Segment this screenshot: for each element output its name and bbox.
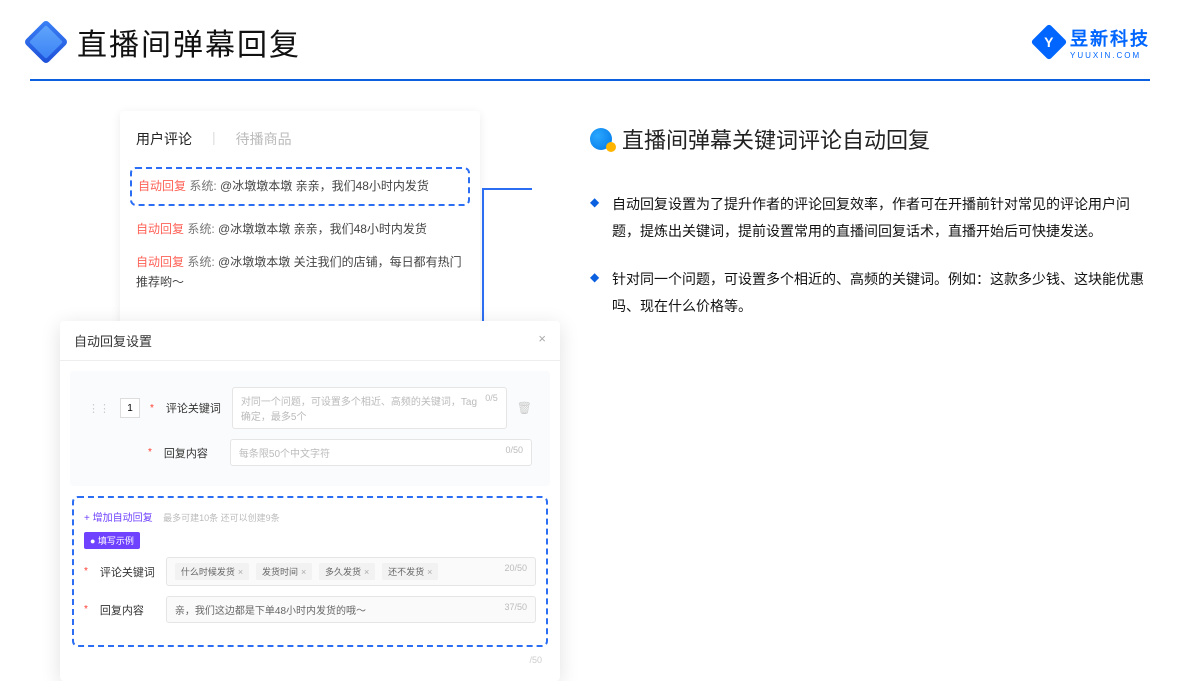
auto-reply-badge: 自动回复 bbox=[138, 179, 186, 193]
chat-bubble-icon bbox=[590, 128, 612, 150]
form-body: ⋮⋮ 1 * 评论关键词 对同一个问题，可设置多个相近、高频的关键词，Tag确定… bbox=[70, 371, 550, 486]
content-input[interactable]: 每条限50个中文字符 0/50 bbox=[230, 439, 532, 466]
page-title: 直播间弹幕回复 bbox=[77, 20, 301, 64]
comments-tabs: 用户评论 | 待播商品 bbox=[136, 129, 464, 149]
tag[interactable]: 多久发货 bbox=[319, 563, 375, 580]
page-header: 直播间弹幕回复 Y 昱新科技 YUUXIN.COM bbox=[0, 0, 1180, 79]
comment-row-highlighted: 自动回复 系统: @冰墩墩本墩 亲亲，我们48小时内发货 bbox=[130, 167, 470, 206]
example-keyword-input[interactable]: 什么时候发货 发货时间 多久发货 还不发货 20/50 bbox=[166, 557, 536, 586]
comment-text: @冰墩墩本墩 亲亲，我们48小时内发货 bbox=[220, 179, 429, 193]
connector-line-icon bbox=[482, 188, 532, 190]
index-badge: 1 bbox=[120, 398, 140, 418]
comment-row: 自动回复 系统: @冰墩墩本墩 亲亲，我们48小时内发货 bbox=[136, 220, 464, 239]
content-row: * 回复内容 每条限50个中文字符 0/50 bbox=[88, 439, 532, 466]
desc-item: 针对同一个问题，可设置多个相近的、高频的关键词。例如：这款多少钱、这块能优惠吗、… bbox=[590, 266, 1150, 319]
header-left: 直播间弹幕回复 bbox=[30, 20, 301, 64]
tab-pending-products[interactable]: 待播商品 bbox=[236, 129, 292, 149]
example-section: + 增加自动回复 最多可建10条 还可以创建9条 ● 填写示例 * 评论关键词 … bbox=[72, 496, 548, 647]
right-column: 直播间弹幕关键词评论自动回复 自动回复设置为了提升作者的评论回复效率，作者可在开… bbox=[580, 111, 1150, 446]
tab-user-comments[interactable]: 用户评论 bbox=[136, 129, 192, 149]
tag[interactable]: 什么时候发货 bbox=[175, 563, 249, 580]
keyword-row: ⋮⋮ 1 * 评论关键词 对同一个问题，可设置多个相近、高频的关键词，Tag确定… bbox=[88, 387, 532, 429]
example-content-input[interactable]: 亲，我们这边都是下单48小时内发货的哦～ 37/50 bbox=[166, 596, 536, 623]
required-icon: * bbox=[150, 403, 154, 414]
brand-name: 昱新科技 bbox=[1070, 25, 1150, 51]
left-column: 用户评论 | 待播商品 自动回复 系统: @冰墩墩本墩 亲亲，我们48小时内发货… bbox=[30, 111, 550, 446]
keyword-input[interactable]: 对同一个问题，可设置多个相近、高频的关键词，Tag确定，最多5个 0/5 bbox=[232, 387, 507, 429]
brand-logo: Y 昱新科技 YUUXIN.COM bbox=[1036, 25, 1150, 60]
add-reply-link[interactable]: + 增加自动回复 bbox=[84, 513, 153, 524]
drag-handle-icon[interactable]: ⋮⋮ bbox=[88, 402, 110, 415]
add-reply-note: 最多可建10条 还可以创建9条 bbox=[163, 513, 280, 523]
brand-sub: YUUXIN.COM bbox=[1070, 51, 1150, 60]
close-icon[interactable]: × bbox=[538, 331, 546, 350]
example-badge: ● 填写示例 bbox=[84, 532, 140, 549]
tag[interactable]: 发货时间 bbox=[256, 563, 312, 580]
footer-counter: /50 bbox=[60, 655, 560, 671]
keyword-label: 评论关键词 bbox=[166, 400, 222, 416]
cube-icon bbox=[23, 19, 68, 64]
modal-title: 自动回复设置 bbox=[74, 331, 152, 350]
auto-reply-settings-modal: 自动回复设置 × ⋮⋮ 1 * 评论关键词 对同一个问题，可设置多个相近、高频的… bbox=[60, 321, 560, 681]
delete-icon[interactable]: 🗑 bbox=[517, 401, 532, 415]
modal-header: 自动回复设置 × bbox=[60, 321, 560, 361]
desc-item: 自动回复设置为了提升作者的评论回复效率，作者可在开播前针对常见的评论用户问题，提… bbox=[590, 191, 1150, 244]
brand-icon: Y bbox=[1031, 24, 1068, 61]
section-title: 直播间弹幕关键词评论自动回复 bbox=[590, 123, 1150, 155]
description-list: 自动回复设置为了提升作者的评论回复效率，作者可在开播前针对常见的评论用户问题，提… bbox=[590, 191, 1150, 319]
comment-row: 自动回复 系统: @冰墩墩本墩 关注我们的店铺，每日都有热门推荐哟～ bbox=[136, 253, 464, 291]
content-label: 回复内容 bbox=[164, 445, 220, 461]
example-content-row: * 回复内容 亲，我们这边都是下单48小时内发货的哦～ 37/50 bbox=[84, 596, 536, 623]
tag[interactable]: 还不发货 bbox=[382, 563, 438, 580]
example-keyword-row: * 评论关键词 什么时候发货 发货时间 多久发货 还不发货 20/50 bbox=[84, 557, 536, 586]
system-label: 系统: bbox=[189, 179, 216, 193]
